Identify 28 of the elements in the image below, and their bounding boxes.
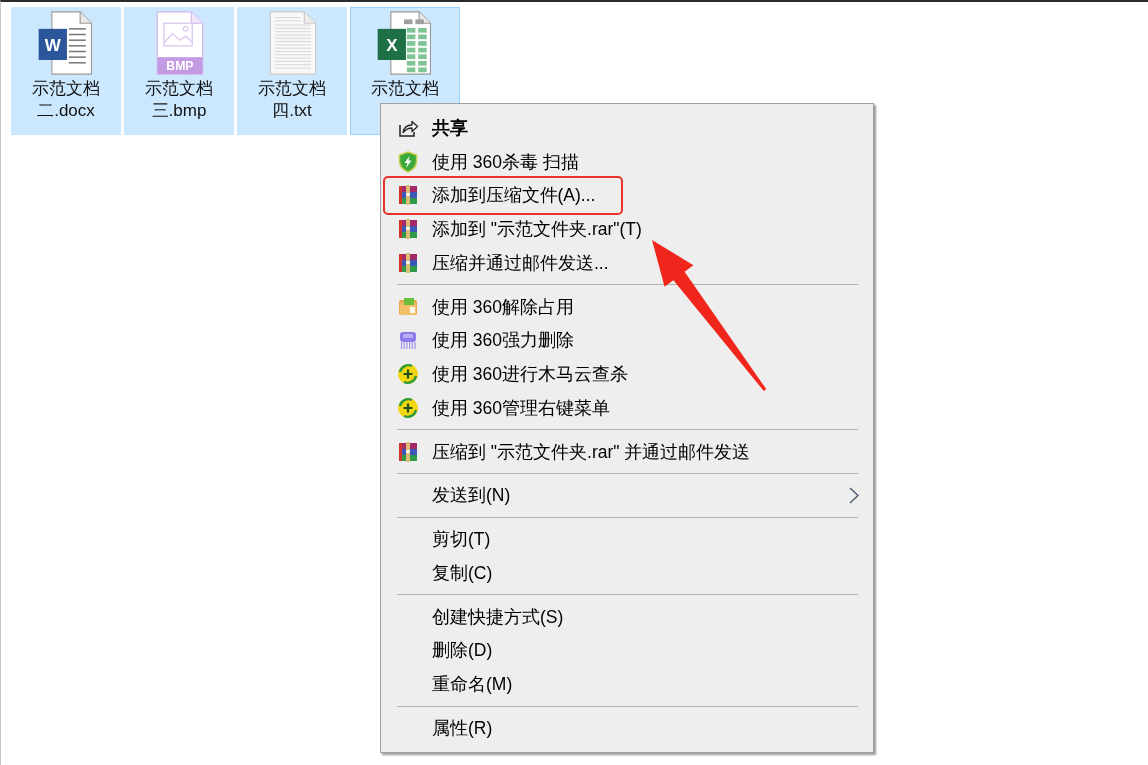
plus-circle-icon [397,363,419,386]
folder-icon [397,295,419,318]
menu-item[interactable]: 使用 360进行木马云查杀 [381,357,873,392]
menu-item[interactable]: 使用 360管理右键菜单 [381,391,873,425]
menu-item[interactable]: 删除(D) [381,633,873,668]
menu-item[interactable]: 压缩并通过邮件发送... [381,246,873,280]
menu-item[interactable]: 属性(R) [381,711,873,745]
menu-item[interactable]: 重命名(M) [381,667,873,702]
menu-item[interactable]: 使用 360强力删除 [381,323,873,358]
file-item[interactable]: W 示范文档二.docx [11,7,121,135]
menu-item[interactable]: 压缩到 "示范文件夹.rar" 并通过邮件发送 [381,434,873,469]
shredder-icon [397,329,419,352]
menu-item[interactable]: 复制(C) [381,556,873,590]
book-stack-icon [397,440,419,463]
menu-item[interactable]: 创建快捷方式(S) [381,599,873,634]
file-item[interactable]: BMP 示范文档三.bmp [124,7,234,135]
book-stack-icon [396,184,419,207]
menu-item[interactable]: 添加到压缩文件(A)... [383,175,624,215]
file-item[interactable]: 示范文档四.txt [237,7,347,135]
book-stack-icon [397,251,419,274]
plus-circle-icon [397,396,419,419]
shield-icon [397,150,419,173]
menu-item[interactable]: 添加到 "示范文件夹.rar"(T) [381,212,873,247]
menu-item[interactable]: 发送到(N) [381,478,873,513]
menu-item[interactable]: 剪切(T) [381,522,873,557]
book-stack-icon [397,218,419,241]
chevron-right-icon [849,486,859,504]
menu-item[interactable]: 使用 360解除占用 [381,289,873,324]
